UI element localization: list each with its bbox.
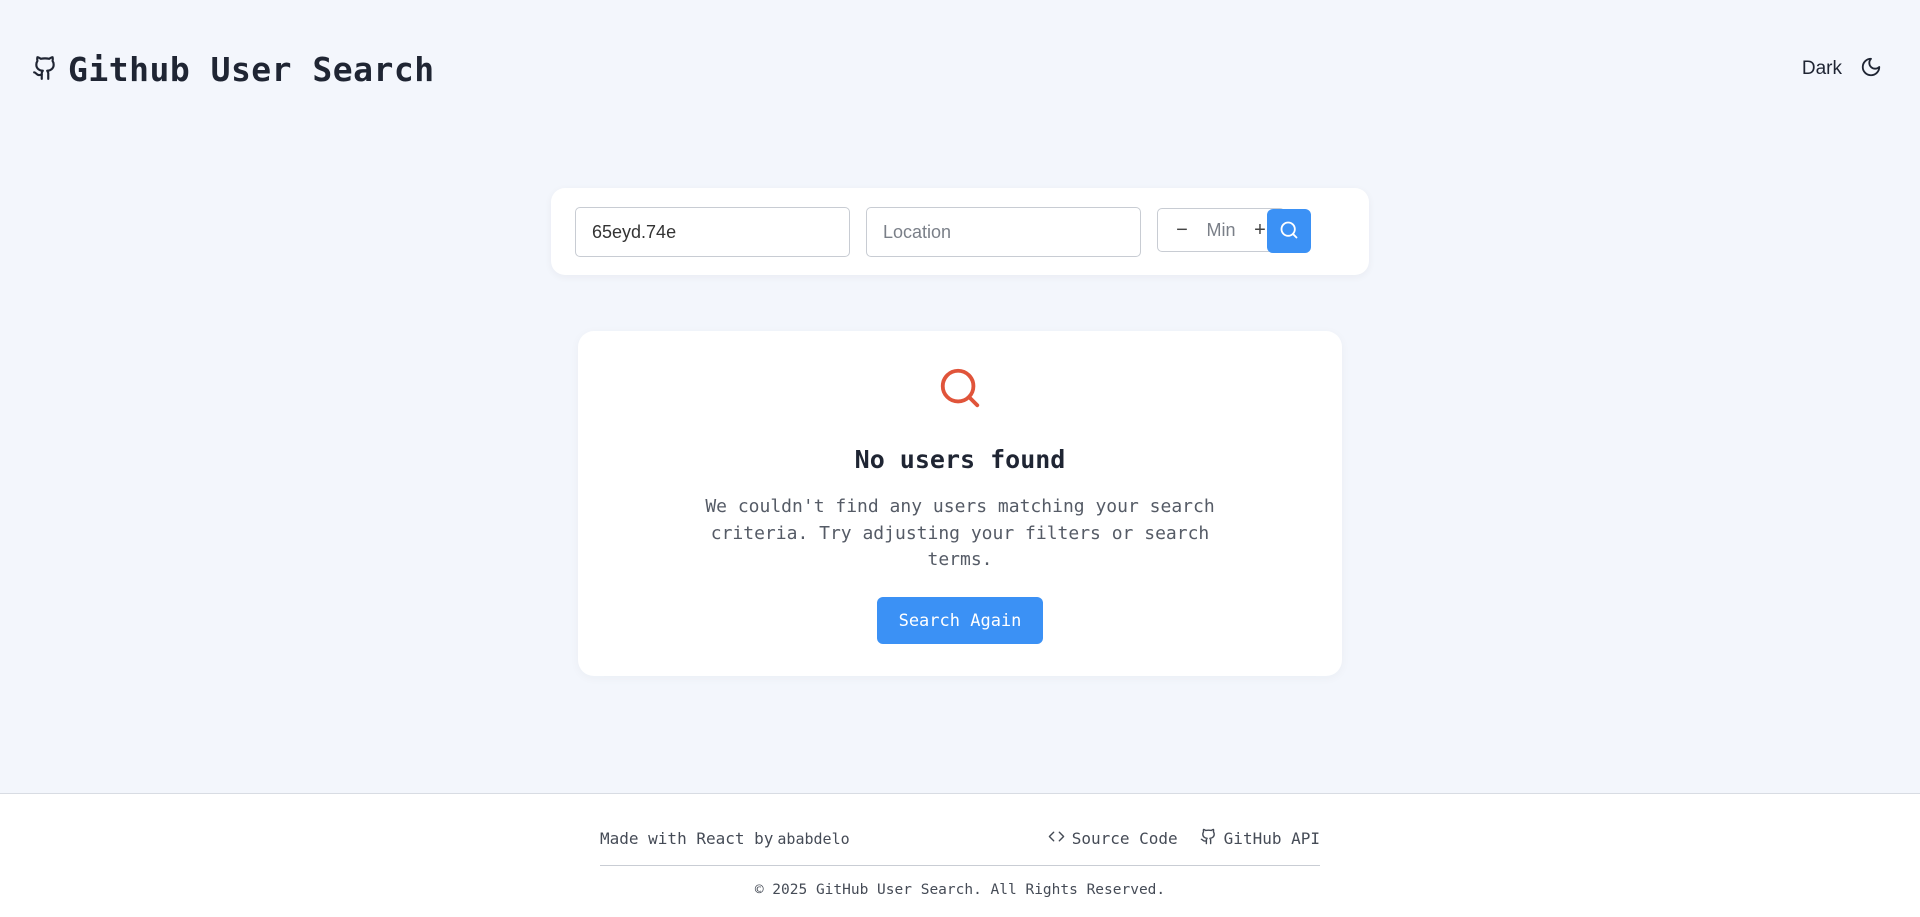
repos-min-stepper: − Min + bbox=[1157, 208, 1285, 252]
github-icon bbox=[1200, 828, 1217, 849]
github-api-label: GitHub API bbox=[1223, 829, 1320, 848]
search-again-button[interactable]: Search Again bbox=[877, 597, 1043, 644]
page-title: Github User Search bbox=[68, 50, 435, 89]
search-panel: − Min + bbox=[551, 188, 1369, 275]
decrement-button[interactable]: − bbox=[1170, 218, 1194, 242]
username-input[interactable] bbox=[575, 207, 850, 257]
github-api-link[interactable]: GitHub API bbox=[1200, 828, 1320, 849]
search-icon bbox=[1279, 220, 1299, 243]
author-link[interactable]: ababdelo bbox=[777, 830, 849, 848]
source-code-link[interactable]: Source Code bbox=[1048, 828, 1178, 849]
empty-state-message: We couldn't find any users matching your… bbox=[705, 496, 1215, 570]
source-code-label: Source Code bbox=[1071, 829, 1178, 848]
footer-divider bbox=[600, 865, 1320, 866]
page-footer: Made with React by ababdelo Source Code … bbox=[0, 793, 1920, 917]
location-input[interactable] bbox=[866, 207, 1141, 257]
github-icon bbox=[32, 54, 58, 86]
footer-links: Source Code GitHub API bbox=[1048, 828, 1320, 849]
empty-state-card: No users found We couldn't find any user… bbox=[578, 331, 1342, 676]
theme-label: Dark bbox=[1801, 58, 1842, 79]
theme-toggle-button[interactable]: Dark bbox=[1802, 56, 1882, 82]
moon-icon bbox=[1860, 56, 1882, 82]
footer-credits: Made with React by ababdelo bbox=[600, 829, 850, 848]
search-button[interactable] bbox=[1267, 209, 1311, 253]
repos-min-label[interactable]: Min bbox=[1206, 220, 1235, 241]
brand: Github User Search bbox=[32, 50, 435, 89]
search-icon bbox=[937, 365, 983, 411]
empty-state-title: No users found bbox=[854, 445, 1066, 474]
copyright-text: © 2025 GitHub User Search. All Rights Re… bbox=[754, 882, 1166, 898]
made-with-text: Made with React by bbox=[600, 829, 774, 848]
code-icon bbox=[1048, 828, 1065, 849]
app-header: Github User Search Dark bbox=[0, 0, 1920, 140]
